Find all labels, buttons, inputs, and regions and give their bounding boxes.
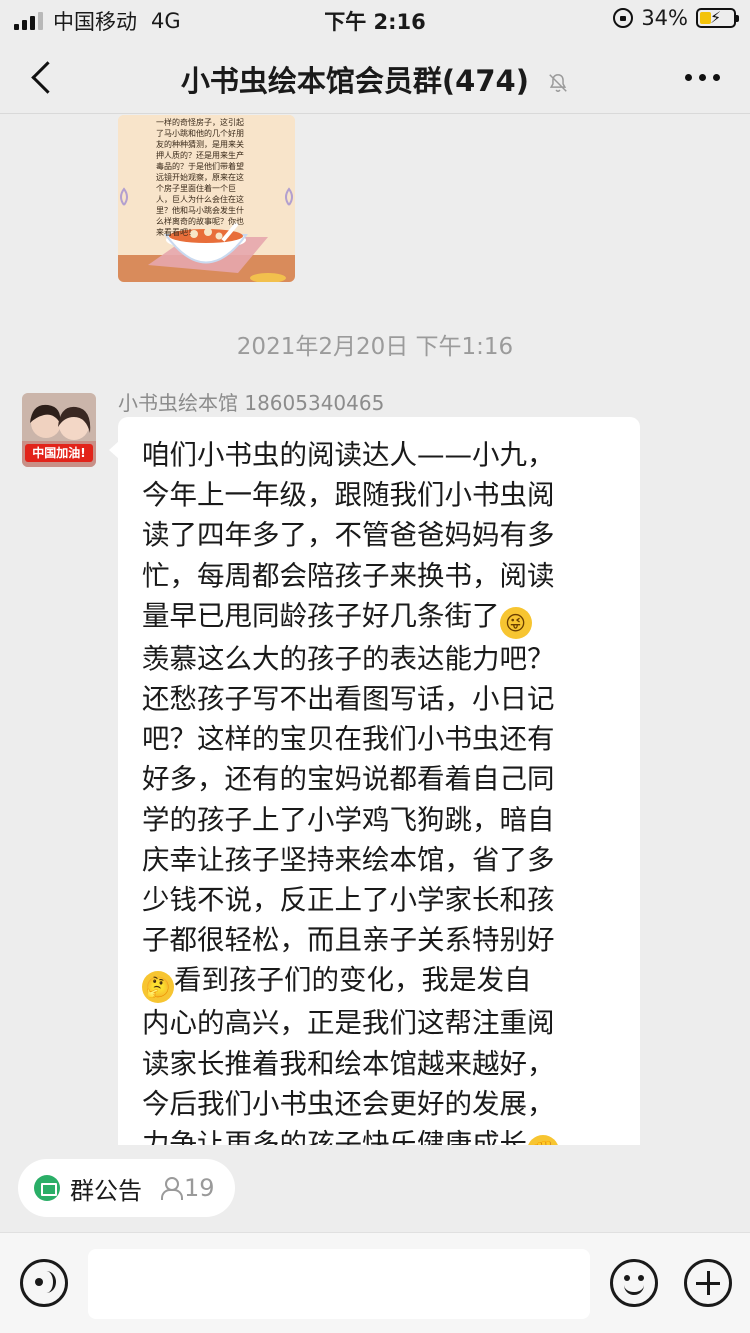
battery-percent: 34% [641,6,688,30]
message-line-with-emoji: 🤔 看到孩子们的变化，我是发自 [142,960,618,1004]
wink-emoji-icon: 😜 [499,606,532,639]
message-line: 今年上一年级，跟随我们小书虫阅 [142,479,555,512]
chat-header: 小书虫绘本馆会员群(474) [0,40,750,114]
voice-input-icon[interactable] [20,1259,68,1307]
message-input[interactable] [88,1249,590,1319]
group-notice-label: 群公告 [70,1176,142,1205]
message-line: 羡慕这么大的孩子的表达能力吧？ [142,642,555,675]
charging-bolt-icon: ⚡ [710,8,722,27]
image-text-line: 人，巨人为什么会住在这 [156,195,244,204]
message-line: 学的孩子上了小学鸡飞狗跳，暗自 [142,803,555,836]
message-bubble[interactable]: 咱们小书虫的阅读达人——小九， 今年上一年级，跟随我们小书虫阅 读了四年多了，不… [109,417,640,1145]
more-options-icon[interactable] [685,74,720,81]
more-actions-plus-icon[interactable] [684,1259,732,1307]
notice-read-count: 19 [160,1174,215,1202]
image-text: 一样的奇怪房子，这引起 了马小跳和他的几个好朋 友的种种猜测，是用来关 押人质的？还是… [156,117,261,238]
message-line: 读家长推着我和绘本馆越来越好， [142,1047,555,1080]
message-text: 量早已甩同龄孩子好几条街了 [142,599,500,632]
message-line-with-emoji: 量早已甩同龄孩子好几条街了 😜 [142,596,618,639]
chat-title: 小书虫绘本馆会员群(474) [180,64,529,98]
person-icon [160,1177,183,1200]
group-notice-button[interactable]: 群公告 19 [18,1159,235,1217]
emoji-picker-icon[interactable] [610,1259,658,1307]
message-timestamp: 2021年2月20日 下午1:16 [236,334,514,360]
status-bar: 中国移动 4G 下午 2:16 34% ⚡ [0,0,750,40]
image-text-line: 押人质的？还是用来生产 [156,151,244,160]
chat-title-wrap: 小书虫绘本馆会员群(474) [0,58,750,100]
battery-icon: ⚡ [696,8,739,28]
message-line: 今后我们小书虫还会更好的发展， [142,1087,555,1120]
status-right: 34% ⚡ [613,6,739,30]
message-line: 好多，还有的宝妈说都看着自己同 [142,763,555,796]
avatar-badge: 中国加油! [25,444,93,462]
message-line: 庆幸让孩子坚持来绘本馆，省了多 [142,843,555,876]
announcement-icon [34,1175,60,1201]
fist-emoji-icon: ✊ [527,1135,559,1145]
message-line: 还愁孩子写不出看图写话，小日记 [142,683,555,716]
image-message[interactable]: 一样的奇怪房子，这引起 了马小跳和他的几个好朋 友的种种猜测，是用来关 押人质的？还是… [118,115,295,282]
image-text-line: 里？他和马小跳会发生什 [156,206,244,215]
image-text-line: 一样的奇怪房子，这引起 [156,118,244,127]
message-text: 力争让更多的孩子快乐健康成长 [142,1128,527,1145]
message-line: 吧？这样的宝贝在我们小书虫还有 [142,723,555,756]
image-text-line: 来看看吧！ [156,228,196,237]
image-text-line: 远镜开始观察，原来在这 [156,173,244,182]
message-line: 读了四年多了，不管爸爸妈妈有多 [142,519,555,552]
message-text: 看到孩子们的变化，我是发自 [174,964,532,997]
notice-count-value: 19 [184,1174,215,1202]
chat-area[interactable]: 一样的奇怪房子，这引起 了马小跳和他的几个好朋 友的种种猜测，是用来关 押人质的？还是… [0,115,750,1145]
image-text-line: 个房子里面住着一个巨 [156,184,236,193]
message-line: 子都很轻松，而且亲子关系特别好 [142,924,555,957]
input-bar [0,1232,750,1333]
image-text-line: 毒品的？于是他们带着望 [156,162,244,171]
orientation-lock-icon [613,8,634,28]
image-text-line: 么样离奇的故事呢？你也 [156,217,244,226]
message-line-with-emoji: 力争让更多的孩子快乐健康成长✊ [142,1124,618,1145]
message-line: 内心的高兴，正是我们这帮注重阅 [142,1007,555,1040]
image-text-line: 了马小跳和他的几个好朋 [156,129,244,138]
thinking-emoji-icon: 🤔 [142,971,174,1004]
image-text-line: 友的种种猜测，是用来关 [156,140,244,149]
message-line: 少钱不说，反正上了小学家长和孩 [142,884,555,917]
mute-bell-icon [549,74,567,92]
message-line: 忙，每周都会陪孩子来换书，阅读 [142,559,555,592]
sender-avatar[interactable]: 中国加油! [22,393,96,467]
message-line: 咱们小书虫的阅读达人——小九， [142,439,555,471]
sender-name: 小书虫绘本馆 18605340465 [118,391,385,415]
